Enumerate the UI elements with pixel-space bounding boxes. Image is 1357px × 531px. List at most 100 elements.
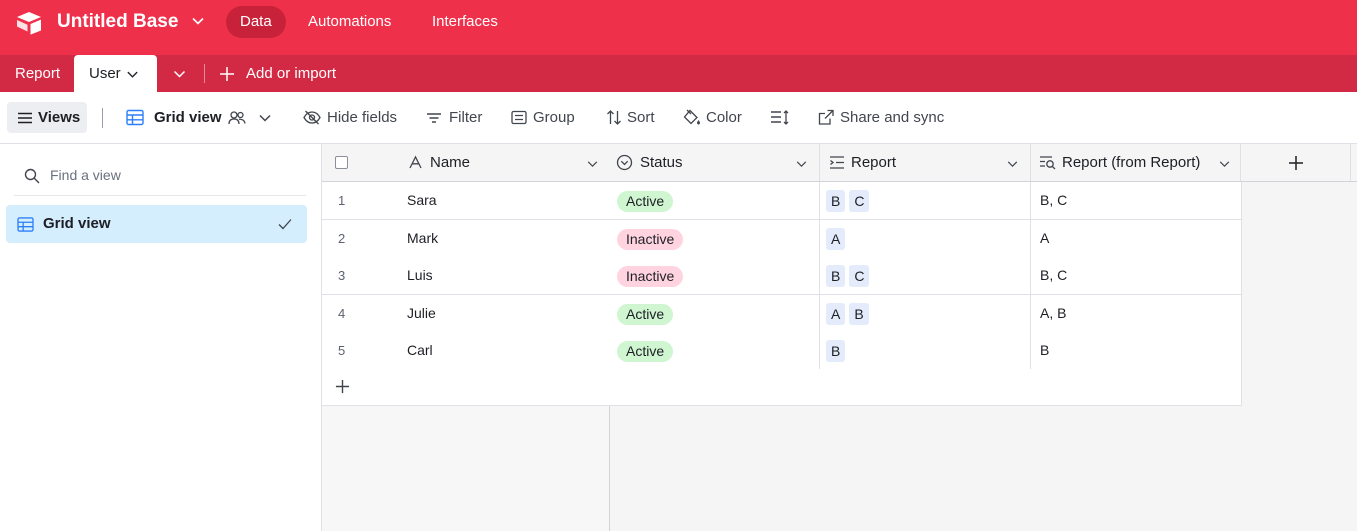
linked-record-chip[interactable]: B xyxy=(826,340,846,363)
linked-record-chip[interactable]: A xyxy=(826,303,846,326)
color-label: Color xyxy=(706,109,742,126)
cell-name[interactable]: Sara xyxy=(407,182,610,219)
nav-automations[interactable]: Automations xyxy=(294,6,405,38)
add-row-area[interactable] xyxy=(610,369,1242,406)
view-toolbar: Views Grid view Hide fields Filter Group… xyxy=(0,92,1357,144)
table-row[interactable]: Inactive A A xyxy=(610,220,1242,258)
column-header-status[interactable]: Status xyxy=(610,144,820,181)
table-row[interactable]: Active B B xyxy=(610,332,1242,370)
tables-menu-chevron-icon[interactable] xyxy=(172,67,187,81)
column-header-report-lookup[interactable]: Report (from Report) xyxy=(1031,144,1241,181)
share-and-sync-button[interactable]: Share and sync xyxy=(818,92,948,144)
table-row[interactable]: 2 Mark xyxy=(322,220,610,258)
lookup-field-icon xyxy=(1040,156,1056,170)
status-badge: Active xyxy=(617,340,674,362)
sidebar-view-grid-view[interactable]: Grid view xyxy=(6,205,307,243)
cell-report-lookup[interactable]: B, C xyxy=(1031,257,1242,294)
table-row[interactable]: Active B C B, C xyxy=(610,182,1242,220)
filter-label: Filter xyxy=(449,109,483,126)
sort-button[interactable]: Sort xyxy=(606,92,660,144)
views-sidebar: Grid view xyxy=(0,144,322,531)
cell-status[interactable]: Inactive xyxy=(610,220,820,257)
table-row[interactable]: Inactive B C B, C xyxy=(610,257,1242,295)
chevron-down-icon xyxy=(259,114,271,122)
table-row[interactable]: 4 Julie xyxy=(322,295,610,333)
cell-status[interactable]: Active xyxy=(610,295,820,332)
tab-user[interactable]: User xyxy=(74,55,157,92)
tab-report[interactable]: Report xyxy=(15,55,60,92)
table-row[interactable]: 5 Carl xyxy=(322,332,610,370)
cell-report[interactable]: B xyxy=(820,332,1031,369)
chevron-down-icon[interactable] xyxy=(1006,158,1019,170)
cell-name[interactable]: Luis xyxy=(407,257,610,294)
hide-fields-button[interactable]: Hide fields xyxy=(303,92,403,144)
linked-record-chip[interactable]: A xyxy=(826,228,846,251)
cell-status[interactable]: Active xyxy=(610,332,820,369)
find-view-search xyxy=(14,158,306,196)
row-number: 2 xyxy=(338,231,346,246)
cell-report[interactable]: BC xyxy=(820,182,1031,219)
cell-status[interactable]: Inactive xyxy=(610,257,820,294)
linked-record-chip[interactable]: C xyxy=(849,190,870,213)
grid-view-icon xyxy=(17,217,34,232)
grid-header: Status Report Report (from Report) xyxy=(610,144,1357,182)
row-number: 5 xyxy=(338,343,346,358)
find-view-input[interactable] xyxy=(50,164,290,186)
cell-name[interactable]: Carl xyxy=(407,332,610,369)
table-row[interactable]: 3 Luis xyxy=(322,257,610,295)
column-header-report[interactable]: Report xyxy=(820,144,1031,181)
color-button[interactable]: Color xyxy=(683,92,747,144)
check-icon xyxy=(278,219,292,230)
linked-record-chip[interactable]: B xyxy=(826,190,846,213)
linked-record-chip[interactable]: B xyxy=(849,303,869,326)
cell-report-lookup[interactable]: B xyxy=(1031,332,1242,369)
row-number: 3 xyxy=(338,268,346,283)
filter-icon xyxy=(427,113,441,123)
add-row-button[interactable] xyxy=(322,369,610,406)
column-header-label: Status xyxy=(640,154,683,171)
chevron-down-icon[interactable] xyxy=(1218,158,1231,170)
row-number: 1 xyxy=(338,193,346,208)
group-button[interactable]: Group xyxy=(511,92,581,144)
cell-report-lookup[interactable]: A, B xyxy=(1031,295,1242,332)
linked-record-icon xyxy=(830,156,844,169)
external-link-icon xyxy=(818,109,834,125)
chevron-down-icon[interactable] xyxy=(795,158,808,170)
views-button[interactable]: Views xyxy=(7,102,87,133)
toolbar-divider xyxy=(102,108,103,128)
cell-report[interactable]: AB xyxy=(820,295,1031,332)
column-header-label: Name xyxy=(430,154,471,171)
nav-interfaces[interactable]: Interfaces xyxy=(418,6,512,38)
share-and-sync-label: Share and sync xyxy=(840,109,945,126)
group-label: Group xyxy=(533,109,575,126)
cell-report[interactable]: A xyxy=(820,220,1031,257)
linked-record-chip[interactable]: C xyxy=(849,265,870,288)
table-row[interactable]: 1 Sara xyxy=(322,182,610,220)
view-switcher-button[interactable]: Grid view xyxy=(126,92,276,144)
add-field-button[interactable] xyxy=(1241,144,1351,181)
cell-status[interactable]: Active xyxy=(610,182,820,219)
cell-report[interactable]: BC xyxy=(820,257,1031,294)
chevron-down-icon[interactable] xyxy=(586,158,599,170)
collaborative-view-icon xyxy=(228,111,246,125)
cell-report-lookup[interactable]: B, C xyxy=(1031,182,1242,219)
table-row[interactable]: Active A B A, B xyxy=(610,295,1242,333)
status-badge: Active xyxy=(617,303,674,325)
plus-icon xyxy=(1289,156,1303,170)
chevron-down-icon[interactable] xyxy=(126,68,139,81)
cell-report-lookup[interactable]: A xyxy=(1031,220,1242,257)
filter-button[interactable]: Filter xyxy=(426,92,488,144)
search-icon xyxy=(24,168,40,184)
column-header-name[interactable]: Name xyxy=(322,144,610,181)
airtable-logo-icon[interactable] xyxy=(15,11,43,35)
cell-name[interactable]: Julie xyxy=(407,295,610,332)
chevron-down-icon[interactable] xyxy=(191,14,205,28)
table-tabs: Report User Add or import xyxy=(0,55,1357,92)
base-name[interactable]: Untitled Base xyxy=(57,9,178,35)
cell-name[interactable]: Mark xyxy=(407,220,610,257)
tab-divider xyxy=(204,64,205,83)
nav-data[interactable]: Data xyxy=(226,6,286,38)
linked-record-chip[interactable]: B xyxy=(826,265,846,288)
row-height-button[interactable] xyxy=(770,92,792,144)
column-header-label: Report (from Report) xyxy=(1062,154,1201,171)
